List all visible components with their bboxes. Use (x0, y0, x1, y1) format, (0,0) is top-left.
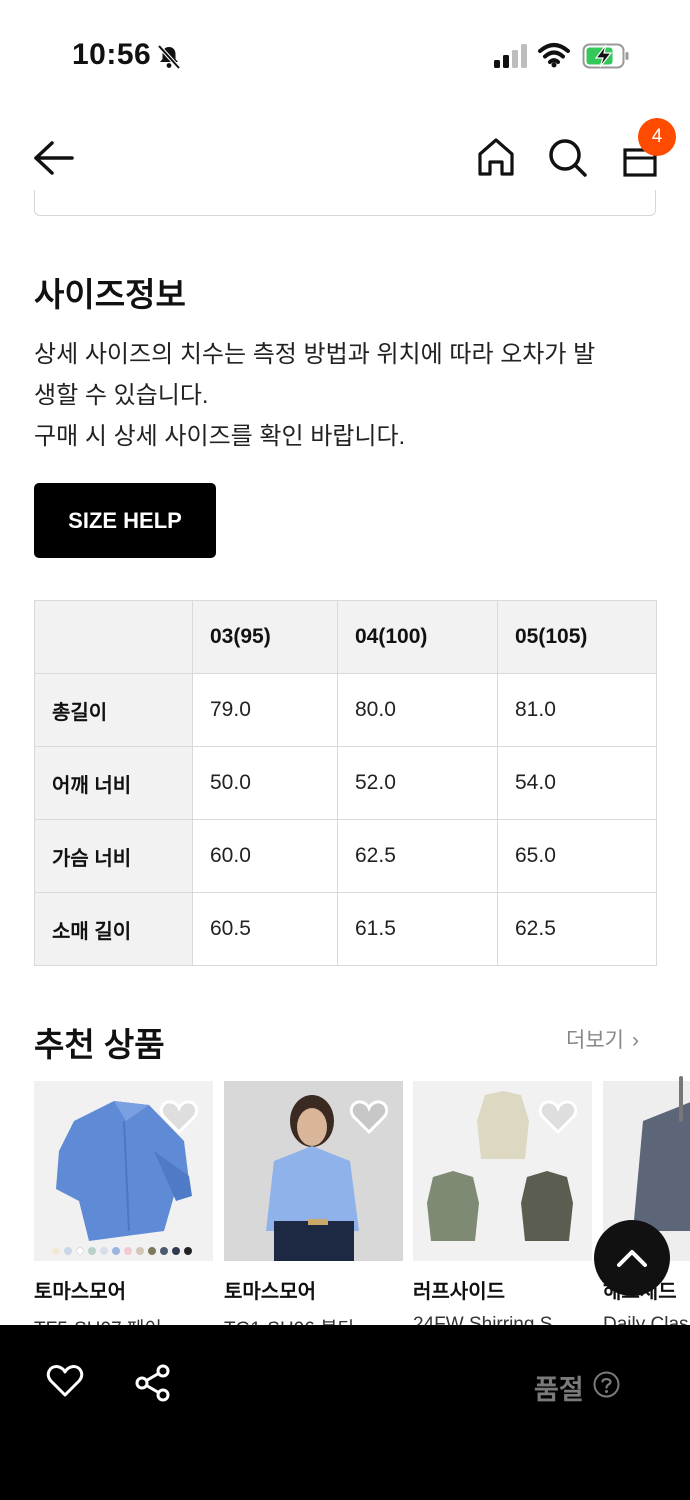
size-table-row: 가슴 너비 60.0 62.5 65.0 (34, 819, 657, 893)
scroll-to-top-button[interactable] (594, 1220, 670, 1296)
size-table-corner (34, 600, 193, 674)
measurement-label: 소매 길이 (34, 892, 193, 966)
measurement-label: 어깨 너비 (34, 746, 193, 820)
bell-muted-icon (157, 44, 181, 70)
chevron-right-icon: › (631, 1029, 639, 1052)
more-link[interactable]: 더보기 › (566, 1024, 639, 1054)
size-value: 79.0 (192, 673, 338, 747)
size-column-header: 03(95) (192, 600, 338, 674)
size-value: 60.0 (192, 819, 338, 893)
previous-section-card-edge (34, 190, 656, 216)
product-card[interactable]: 토마스모어 TF5-SH07 페이... (34, 1081, 213, 1341)
size-help-button[interactable]: SIZE HELP (34, 483, 216, 558)
product-card[interactable]: 해브세드 Daily Clas (603, 1081, 690, 1336)
chevron-up-icon (617, 1250, 647, 1267)
sold-out-label: 품절 (534, 1375, 584, 1405)
status-time: 10:56 (72, 38, 152, 71)
size-value: 52.0 (337, 746, 498, 820)
measurement-label: 총길이 (34, 673, 193, 747)
size-desc-line: 상세 사이즈의 치수는 측정 방법과 위치에 따라 오차가 발 (34, 341, 596, 368)
product-image[interactable] (224, 1081, 403, 1261)
size-desc-line: 생할 수 있습니다. (34, 382, 209, 409)
more-link-label: 더보기 (566, 1029, 624, 1052)
size-value: 61.5 (337, 892, 498, 966)
size-desc-line: 구매 시 상세 사이즈를 확인 바랍니다. (34, 423, 406, 450)
product-card[interactable]: 러프사이드 24FW Shirring S... (413, 1081, 592, 1336)
size-table-row: 소매 길이 60.5 61.5 62.5 (34, 892, 657, 966)
size-value: 65.0 (497, 819, 657, 893)
heart-icon[interactable] (349, 1099, 389, 1135)
size-column-header: 05(105) (497, 600, 657, 674)
size-value: 62.5 (497, 892, 657, 966)
signal-icon (494, 44, 527, 68)
recommended-title: 추천 상품 (34, 1026, 165, 1063)
size-table: 03(95) 04(100) 05(105) 총길이 79.0 80.0 81.… (34, 600, 657, 966)
size-value: 62.5 (337, 819, 498, 893)
status-bar: 10:56 (0, 0, 690, 110)
size-info-title: 사이즈정보 (34, 276, 186, 313)
measurement-label: 가슴 너비 (34, 819, 193, 893)
back-arrow-icon[interactable] (32, 138, 76, 178)
battery-charging-icon (582, 43, 629, 69)
heart-icon[interactable] (159, 1099, 199, 1135)
size-value: 81.0 (497, 673, 657, 747)
size-table-row: 총길이 79.0 80.0 81.0 (34, 673, 657, 747)
cart-count-badge: 4 (638, 118, 676, 156)
product-card[interactable]: 토마스모어 TG1-SH06 볼다 ... (224, 1081, 403, 1341)
heart-icon[interactable] (538, 1099, 578, 1135)
product-brand: 러프사이드 (413, 1281, 505, 1303)
product-brand: 토마스모어 (224, 1281, 316, 1303)
question-circle-icon[interactable] (593, 1371, 620, 1398)
wishlist-heart-icon[interactable] (46, 1364, 84, 1398)
size-table-row: 어깨 너비 50.0 52.0 54.0 (34, 746, 657, 820)
scrollbar-thumb[interactable] (679, 1076, 683, 1122)
share-icon[interactable] (134, 1364, 172, 1402)
size-value: 80.0 (337, 673, 498, 747)
search-icon[interactable] (546, 136, 588, 178)
product-brand: 토마스모어 (34, 1281, 126, 1303)
size-value: 50.0 (192, 746, 338, 820)
size-table-header-row: 03(95) 04(100) 05(105) (34, 600, 657, 674)
size-value: 54.0 (497, 746, 657, 820)
size-column-header: 04(100) (337, 600, 498, 674)
wifi-icon (538, 43, 570, 68)
product-image[interactable] (413, 1081, 592, 1261)
color-swatches (52, 1247, 192, 1255)
home-icon[interactable] (476, 136, 516, 178)
size-value: 60.5 (192, 892, 338, 966)
bottom-action-bar (0, 1325, 690, 1500)
product-image[interactable] (34, 1081, 213, 1261)
size-info-description: 상세 사이즈의 치수는 측정 방법과 위치에 따라 오차가 발 생할 수 있습니… (34, 334, 654, 457)
